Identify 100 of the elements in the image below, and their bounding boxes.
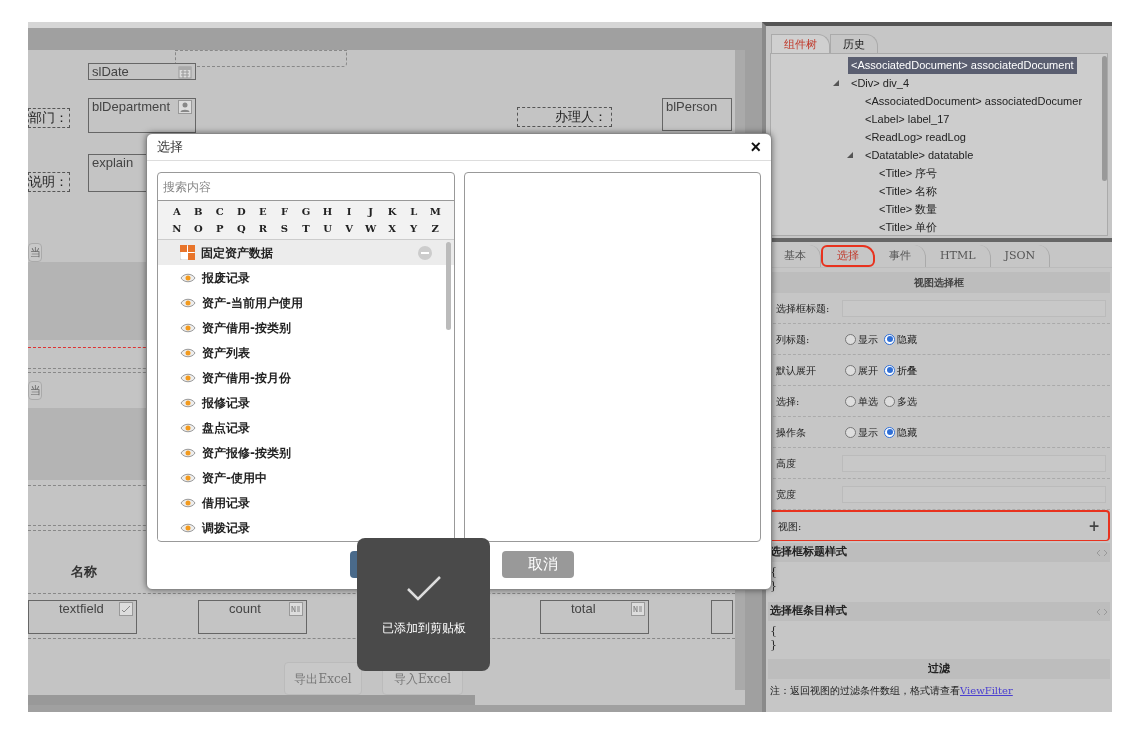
property-label: 选择框标题: (776, 301, 831, 316)
property-label: 默认展开 (776, 363, 817, 378)
letter-filter[interactable]: W (359, 220, 382, 237)
letter-filter[interactable]: N (166, 220, 188, 237)
close-button[interactable]: × (750, 138, 761, 156)
code-editor[interactable]: { } (768, 621, 1110, 659)
eye-icon (180, 522, 196, 533)
expand-arrow-icon[interactable] (833, 80, 839, 86)
letter-filter[interactable]: U (316, 220, 339, 237)
number-icon (289, 602, 303, 616)
input-field[interactable]: textfield (28, 600, 137, 634)
property-label: 选择: (776, 394, 801, 409)
radio-label: 多选 (897, 394, 917, 409)
list-item[interactable]: 固定资产数据 (158, 240, 454, 265)
tree-item[interactable]: <Title> 名称 (876, 182, 941, 200)
list-item-label: 资产借用-按类别 (202, 319, 292, 337)
property-label: 宽度 (776, 487, 797, 502)
radio-button[interactable] (884, 364, 895, 376)
tab[interactable]: 事件 (875, 245, 926, 267)
field-value: blPerson (666, 99, 718, 115)
radio-label: 隐藏 (897, 332, 917, 347)
letter-filter[interactable]: H (316, 203, 339, 220)
input-field[interactable]: slDate (88, 63, 196, 80)
tree-item[interactable]: <Datatable> datatable (862, 146, 977, 164)
tree-item[interactable]: <ReadLog> readLog (862, 128, 969, 146)
letter-filter[interactable]: B (187, 203, 210, 220)
field-label: 部门： (28, 108, 70, 128)
radio-button[interactable] (884, 426, 895, 438)
radio-button[interactable] (845, 395, 856, 407)
list-item-label: 资产借用-按月份 (202, 369, 292, 387)
letter-filter[interactable]: F (273, 203, 296, 220)
input-field[interactable]: blPerson (662, 98, 732, 131)
letter-filter[interactable]: R (252, 220, 274, 237)
letter-filter[interactable]: A (166, 203, 188, 220)
letter-filter[interactable]: T (295, 220, 317, 237)
letter-filter[interactable]: M (424, 203, 446, 220)
letter-filter[interactable]: Z (424, 220, 446, 237)
eye-icon (180, 347, 196, 358)
tab[interactable]: JSON (990, 245, 1051, 267)
letter-filter[interactable]: X (381, 220, 403, 237)
radio-label: 显示 (858, 332, 878, 347)
letter-filter[interactable]: L (402, 203, 425, 220)
list-item-label: 资产报修-按类别 (202, 444, 292, 462)
list-item-label: 固定资产数据 (201, 244, 274, 262)
letter-filter[interactable]: O (187, 220, 210, 237)
tree-item[interactable]: <Title> 单价 (876, 218, 941, 235)
tree-item[interactable]: <AssociatedDocument> associatedDocument (848, 56, 1077, 74)
horizontal-scrollbar[interactable] (28, 695, 475, 705)
code-editor[interactable]: { } (768, 562, 1110, 600)
radio-button[interactable] (845, 426, 856, 438)
letter-filter[interactable]: S (273, 220, 296, 237)
tree-item[interactable]: <Div> div_4 (848, 74, 913, 92)
tab[interactable]: HTML (926, 245, 991, 267)
radio-button[interactable] (884, 333, 895, 345)
tree-item[interactable]: <Title> 数量 (876, 200, 941, 218)
letter-filter[interactable]: P (209, 220, 231, 237)
letter-filter[interactable]: D (230, 203, 253, 220)
scrollbar-thumb[interactable] (1102, 56, 1107, 181)
input-field[interactable]: count (198, 600, 307, 634)
letter-filter[interactable]: J (359, 203, 382, 220)
tab[interactable]: 组件树 (771, 34, 830, 53)
letter-filter[interactable]: C (209, 203, 231, 220)
field-value: explain (92, 155, 134, 171)
tree-item[interactable]: <Label> label_17 (862, 110, 953, 128)
tab[interactable]: 历史 (830, 34, 878, 53)
side-button[interactable]: 当 (28, 381, 42, 400)
person-icon (178, 100, 192, 114)
letter-filter[interactable]: Q (230, 220, 253, 237)
radio-button[interactable] (845, 333, 856, 345)
eye-icon (180, 447, 196, 458)
eye-icon (180, 422, 196, 433)
input-field[interactable] (711, 600, 733, 634)
scrollbar-thumb[interactable] (446, 242, 451, 330)
letter-filter[interactable]: E (252, 203, 274, 220)
tree-item[interactable]: <Title> 序号 (876, 164, 941, 182)
minus-circle-icon (418, 245, 432, 260)
eye-icon (180, 322, 196, 333)
letter-filter[interactable]: G (295, 203, 317, 220)
letter-filter[interactable]: Y (402, 220, 425, 237)
filter-note: 注：返回视图的过滤条件数组，格式请查看ViewFilter (769, 684, 1014, 698)
style-title: 选择框条目样式 (770, 603, 848, 620)
input-field[interactable]: total (540, 600, 649, 634)
letter-filter[interactable]: I (338, 203, 360, 220)
input-field[interactable]: blDepartment (88, 98, 196, 133)
letter-filter[interactable]: V (338, 220, 360, 237)
eye-icon (180, 397, 196, 408)
radio-label: 隐藏 (897, 425, 917, 440)
expand-arrow-icon[interactable] (847, 152, 853, 158)
viewfilter-link[interactable]: ViewFilter (960, 685, 1013, 696)
list-item-label: 资产列表 (202, 344, 251, 362)
letter-filter[interactable]: K (381, 203, 403, 220)
field-label: 办理人： (517, 107, 612, 127)
code-line: { (770, 565, 778, 579)
add-button[interactable]: + (1088, 515, 1108, 537)
radio-button[interactable] (845, 364, 856, 376)
radio-button[interactable] (884, 395, 895, 407)
side-button[interactable]: 当 (28, 243, 42, 262)
radio-label: 展开 (858, 363, 878, 378)
tree-item[interactable]: <AssociatedDocument> associatedDocumer (862, 92, 1086, 110)
list-item-label: 资产-使用中 (202, 469, 268, 487)
